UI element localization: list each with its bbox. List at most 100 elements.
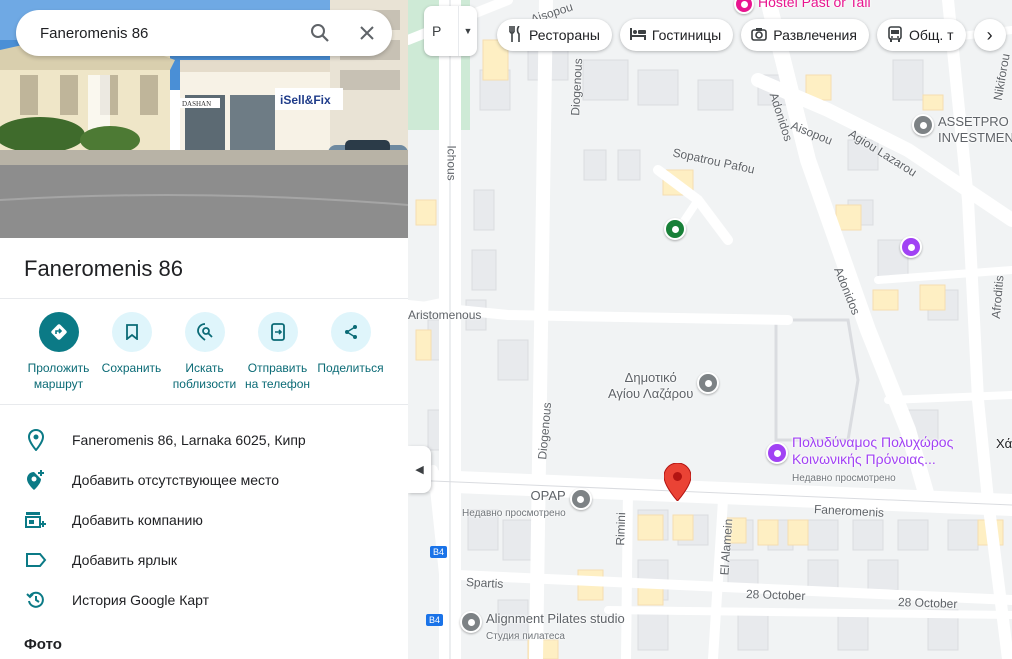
location-pin-icon [24,428,48,452]
poi-green-marker[interactable] [664,218,686,240]
add-business-row[interactable]: Добавить компанию [0,500,408,540]
nearby-search-icon [184,312,225,352]
map-canvas[interactable]: Aisopou Diogenous Adonidos Aisopou Agiou… [408,0,1012,659]
chip-label: Развлечения [773,27,857,43]
chevron-down-icon[interactable]: ▼ [458,6,477,56]
poi-label: Δημοτικό [624,370,677,385]
address-text: Faneromenis 86, Larnaka 6025, Кипр [72,432,306,448]
poi-label: INVESTMEN [938,130,1012,145]
place-title: Faneromenis 86 [24,256,183,281]
add-label-row[interactable]: Добавить ярлык [0,540,408,580]
svg-text:DASHAN: DASHAN [182,100,211,108]
poi-subtitle: Студия пилатеса [486,631,565,642]
action-label: Сохранить [101,361,162,375]
poi-pilates[interactable]: Alignment Pilates studio Студия пилатеса [460,611,625,643]
share-button[interactable]: Поделиться [314,312,387,392]
street-label: 28 October [897,594,958,612]
add-label-text: Добавить ярлык [72,552,178,568]
landmark-pin-icon [766,442,788,464]
chip-restaurants[interactable]: Рестораны [497,19,612,51]
poi-assetpro[interactable]: ASSETPRO INVESTMEN [912,114,1012,146]
poi-school[interactable]: Δημοτικό Αγίου Λαζάρου [608,370,720,402]
add-missing-place-text: Добавить отсутствующее место [72,472,280,488]
fork-knife-icon [507,24,523,45]
chip-entertainment[interactable]: Развлечения [741,19,869,51]
action-label: поблизости [172,377,237,391]
bed-icon [629,27,646,43]
chip-label: Рестораны [529,27,600,43]
send-to-phone-button[interactable]: Отправить на телефон [241,312,314,392]
place-info-list: Faneromenis 86, Larnaka 6025, Кипр Добав… [0,420,408,620]
layer-button-label: Р [432,23,442,39]
directions-icon [38,312,79,352]
poi-purple-marker[interactable] [900,236,922,258]
location-pin-icon [664,463,691,501]
chip-transit[interactable]: Общ. т [876,19,966,51]
place-pin-icon [912,114,934,136]
close-icon [360,26,374,40]
poi-subtitle: Недавно просмотрено [792,473,896,484]
landmark-pin-icon [900,236,922,258]
place-side-panel: iSell&Fix DASHAN Faneromenis 86 Fanerome… [0,0,408,659]
search-nearby-button[interactable]: Искать поблизости [168,312,241,392]
green-pin-icon [664,218,686,240]
poi-label: OPAP [530,488,566,503]
chevron-right-icon: › [986,24,993,45]
map-layer-button[interactable]: Р ▼ [424,6,477,56]
collapse-panel-button[interactable]: ◀ [408,446,431,493]
place-actions: Проложить маршрут Сохранить Искать поблизо… [22,312,387,392]
action-label: Поделиться [317,361,384,375]
action-label: Искать [185,361,224,375]
search-button[interactable] [298,11,342,55]
poi-label: Hostel Past or Tail [758,0,871,10]
poi-label: Alignment Pilates studio [486,611,625,626]
poi-opap[interactable]: OPAP Недавно просмотрено [462,488,592,520]
chip-label: Гостиницы [651,27,722,43]
place-photo[interactable]: iSell&Fix DASHAN Faneromenis 86 [0,0,408,238]
label-icon [24,548,48,572]
place-pin-icon [460,611,482,633]
poi-community-hall[interactable]: Πολυδύναμος Πολυχώρος Κοινωνικής Πρόνοια… [766,434,953,485]
save-button[interactable]: Сохранить [95,312,168,392]
chips-scroll-right-button[interactable]: › [973,19,1006,51]
street-label: Spartis [465,575,504,591]
poi-label: ASSETPRO [938,114,1009,129]
search-input[interactable]: Faneromenis 86 [40,25,298,42]
route-badge: B4 [430,546,448,558]
category-chips: Рестораны Гостиницы Развлечения Общ. т › [497,19,1006,51]
divider [0,298,408,299]
action-label: на телефон [244,377,311,391]
action-label: Проложить [27,361,90,375]
add-business-text: Добавить компанию [72,512,203,528]
send-to-phone-icon [257,312,298,352]
address-row[interactable]: Faneromenis 86, Larnaka 6025, Кипр [0,420,408,460]
maps-history-text: История Google Карт [72,592,210,608]
maps-history-row[interactable]: История Google Карт [0,580,408,620]
action-label: маршрут [33,377,84,391]
divider [0,404,408,405]
street-label: 28 October [745,586,806,604]
poi-label: Κοινωνικής Πρόνοιας... [792,451,936,467]
poi-hostel[interactable]: Hostel Past or Tail [734,0,871,14]
add-business-icon [24,508,48,532]
place-pin-icon [569,488,592,510]
clear-search-button[interactable] [342,11,392,55]
route-badge: B4 [426,614,444,626]
poi-label: Πολυδύναμος Πολυχώρος [792,434,954,450]
photos-section-title: Фото [24,636,62,653]
street-label: Rimini [613,512,629,546]
add-missing-place-row[interactable]: Добавить отсутствующее место [0,460,408,500]
poi-subtitle: Недавно просмотрено [462,508,566,519]
poi-label: Αγίου Λαζάρου [608,386,694,401]
map-roads [408,0,1012,659]
svg-text:iSell&Fix: iSell&Fix [280,93,331,107]
school-pin-icon [697,372,720,394]
chip-hotels[interactable]: Гостиницы [619,19,734,51]
street-label: Aristomenous [408,308,482,322]
street-label: Ichous [444,145,459,181]
bus-icon [887,25,903,45]
hotel-pin-icon [734,0,754,14]
search-box[interactable]: Faneromenis 86 [16,10,392,56]
chip-label: Общ. т [908,27,954,43]
directions-button[interactable]: Проложить маршрут [22,312,95,392]
